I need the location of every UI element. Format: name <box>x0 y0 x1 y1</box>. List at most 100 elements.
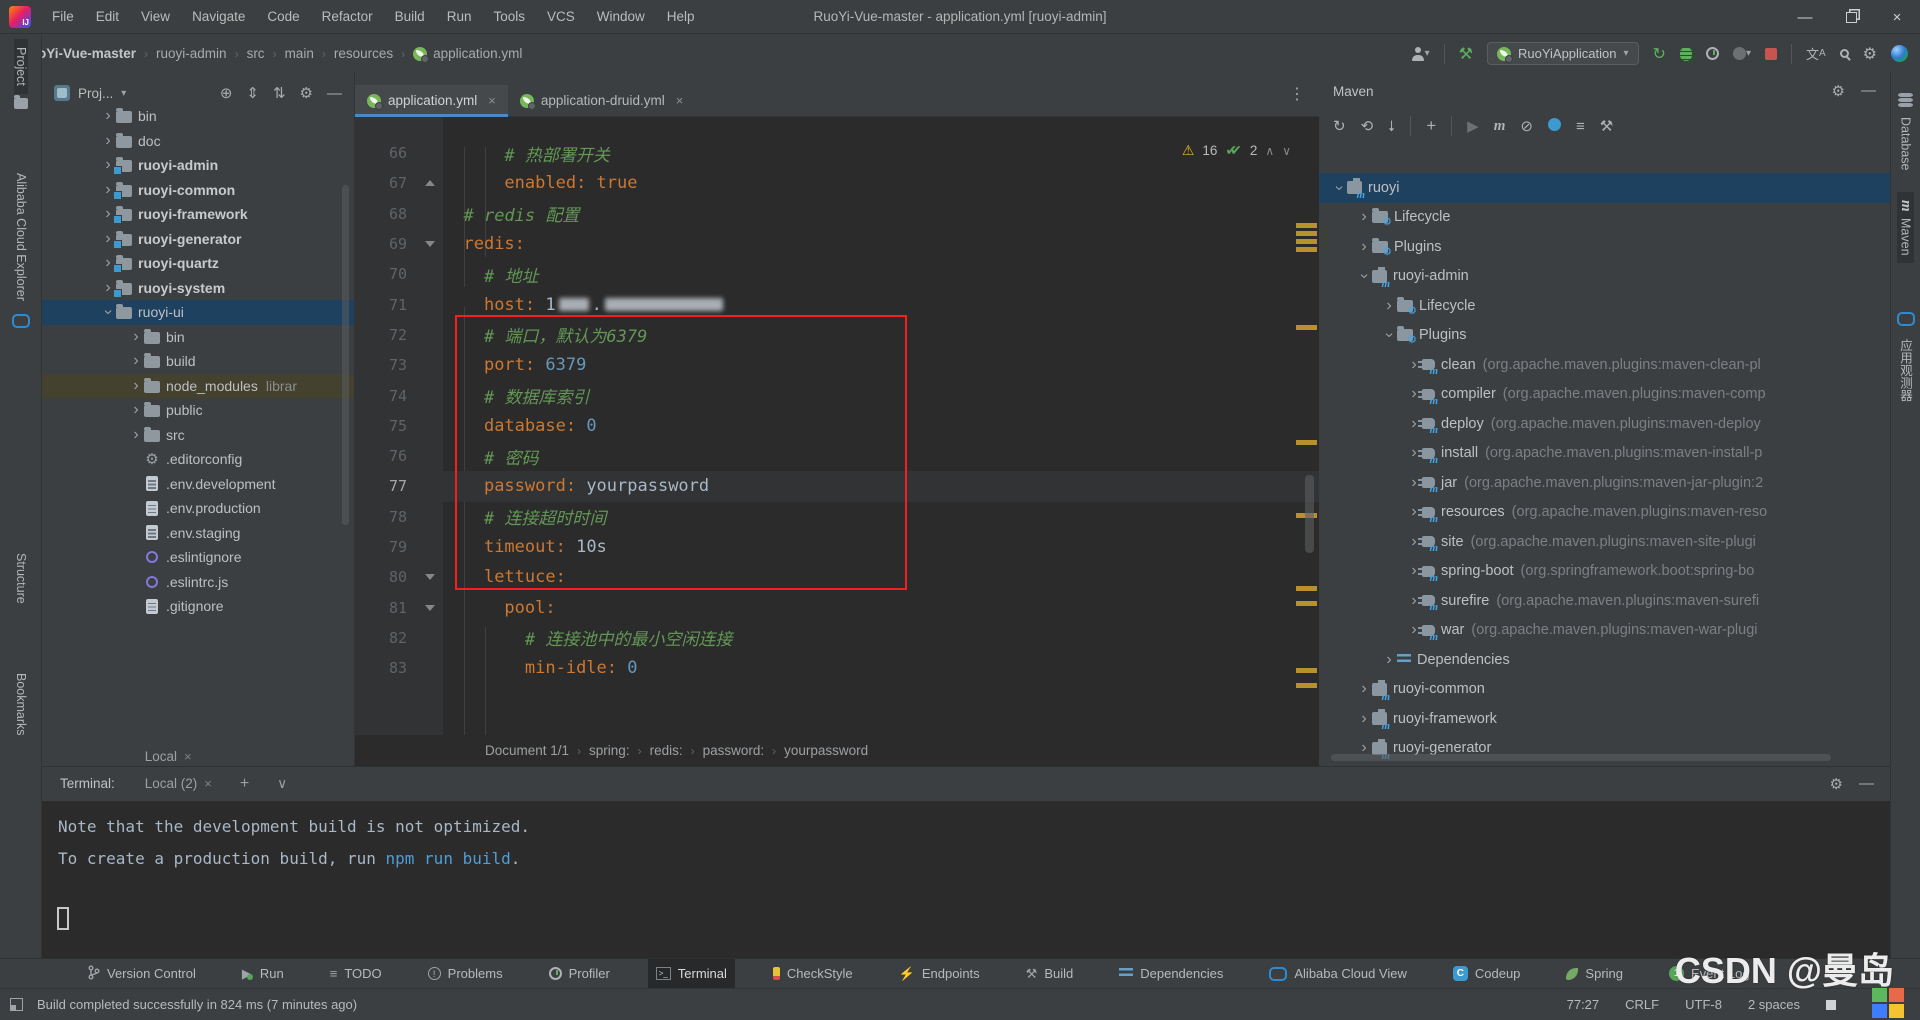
code-line[interactable]: 82 # 连接池中的最小空闲连接 <box>355 623 1319 653</box>
warning-stripe-mark[interactable] <box>1296 440 1317 445</box>
maven-tree-item[interactable]: ›Plugins <box>1319 232 1890 262</box>
terminal-tab-dropdown-icon[interactable]: ∨ <box>265 770 299 798</box>
project-tree-item[interactable]: ›ruoyi-generator <box>42 227 354 252</box>
chevron-expanded-icon[interactable]: › <box>1331 180 1347 196</box>
maven-wrench-icon[interactable]: ⚒ <box>1600 117 1613 135</box>
project-tree-item[interactable]: ›.eslintignore <box>42 545 354 570</box>
debug-icon[interactable] <box>1680 47 1692 61</box>
terminal-tab[interactable]: Local (2)× <box>133 770 224 797</box>
chevron-collapsed-icon[interactable]: › <box>100 133 116 149</box>
yaml-breadcrumb-item[interactable]: Document 1/1 <box>485 743 569 758</box>
execute-maven-goal-icon[interactable]: m <box>1494 118 1506 135</box>
menu-item-tools[interactable]: Tools <box>484 5 534 28</box>
tool-window-button-alibaba-cloud-view[interactable]: Alibaba Cloud View <box>1261 959 1415 989</box>
collapse-all-icon[interactable]: ⇅ <box>273 84 286 102</box>
chevron-collapsed-icon[interactable]: › <box>1406 357 1422 373</box>
project-scrollbar[interactable] <box>342 185 349 525</box>
maven-tree-item[interactable]: ›install(org.apache.maven.plugins:maven-… <box>1319 439 1890 469</box>
menu-item-build[interactable]: Build <box>386 5 434 28</box>
breadcrumb-item[interactable]: src <box>247 46 265 61</box>
readonly-lock-icon[interactable] <box>1826 1000 1836 1010</box>
menu-item-code[interactable]: Code <box>258 5 308 28</box>
maven-tree-item[interactable]: ›spring-boot(org.springframework.boot:sp… <box>1319 557 1890 587</box>
tool-window-button-codeup[interactable]: CCodeup <box>1445 959 1529 989</box>
project-tree-item[interactable]: ›bin <box>42 104 354 129</box>
line-ending-select[interactable]: CRLF <box>1625 997 1659 1012</box>
chevron-collapsed-icon[interactable]: › <box>1406 593 1422 609</box>
chevron-collapsed-icon[interactable]: › <box>1406 445 1422 461</box>
translate-icon[interactable]: 文A <box>1806 44 1826 63</box>
warning-stripe-mark[interactable] <box>1296 247 1317 252</box>
sidebar-tab-maven[interactable]: mMaven <box>1897 192 1914 263</box>
sidebar-tab-bookmarks[interactable]: Bookmarks <box>14 665 28 744</box>
maven-tree-item[interactable]: ›Lifecycle <box>1319 291 1890 321</box>
chevron-collapsed-icon[interactable]: › <box>1406 475 1422 491</box>
fold-icon[interactable] <box>425 574 435 580</box>
maven-tree-item[interactable]: ›resources(org.apache.maven.plugins:mave… <box>1319 498 1890 528</box>
tool-window-button-profiler[interactable]: Profiler <box>541 959 618 989</box>
menu-item-window[interactable]: Window <box>588 5 654 28</box>
maven-tree-item[interactable]: ›ruoyi-common <box>1319 675 1890 705</box>
project-tree-item[interactable]: ›ruoyi-admin <box>42 153 354 178</box>
editor-vertical-scrollbar[interactable] <box>1305 475 1314 553</box>
hide-maven-panel-icon[interactable]: — <box>1861 82 1876 100</box>
close-button[interactable]: × <box>1874 0 1920 34</box>
maven-tree-item[interactable]: ›Dependencies <box>1319 645 1890 675</box>
close-tab-icon[interactable]: × <box>204 776 212 791</box>
terminal-settings-gear-icon[interactable]: ⚙ <box>1830 775 1843 793</box>
settings-gear-icon[interactable]: ⚙ <box>1863 44 1877 64</box>
chevron-expanded-icon[interactable]: › <box>1356 268 1372 284</box>
tool-window-button-run[interactable]: ▶Run <box>234 959 292 989</box>
sidebar-tab-structure[interactable]: Structure <box>14 545 28 612</box>
warning-stripe-mark[interactable] <box>1296 586 1317 591</box>
yaml-breadcrumb-item[interactable]: redis: <box>650 743 683 758</box>
warning-stripe-mark[interactable] <box>1296 668 1317 673</box>
warning-stripe-mark[interactable] <box>1296 231 1317 236</box>
chevron-collapsed-icon[interactable]: › <box>128 353 144 369</box>
search-icon[interactable] <box>1840 49 1849 58</box>
chevron-collapsed-icon[interactable]: › <box>100 108 116 124</box>
download-sources-icon[interactable]: ⭣ <box>1388 118 1395 135</box>
minimize-button[interactable]: — <box>1782 0 1828 34</box>
maven-tree-item[interactable]: ›compiler(org.apache.maven.plugins:maven… <box>1319 380 1890 410</box>
menu-item-refactor[interactable]: Refactor <box>313 5 382 28</box>
menu-item-navigate[interactable]: Navigate <box>183 5 254 28</box>
user-account-icon[interactable]: ▾ <box>1411 47 1430 61</box>
project-tree-item[interactable]: ›.eslintrc.js <box>42 570 354 595</box>
sidebar-tab-database[interactable]: Database <box>1899 109 1913 179</box>
code-line[interactable]: 68 # redis 配置 <box>355 199 1319 229</box>
project-tree-item[interactable]: ›ruoyi-system <box>42 276 354 301</box>
project-tree-item[interactable]: ›ruoyi-ui <box>42 300 354 325</box>
code-line[interactable]: 69 redis: <box>355 229 1319 259</box>
breadcrumb-item[interactable]: application.yml <box>433 46 522 61</box>
close-tab-icon[interactable]: × <box>676 93 684 108</box>
maven-tree-item[interactable]: ›ruoyi-framework <box>1319 704 1890 734</box>
warning-stripe-mark[interactable] <box>1296 601 1317 606</box>
project-tree-item[interactable]: ›src <box>42 423 354 448</box>
maven-tree-item[interactable]: ›clean(org.apache.maven.plugins:maven-cl… <box>1319 350 1890 380</box>
tool-window-button-terminal[interactable]: >_Terminal <box>648 959 735 989</box>
menu-item-view[interactable]: View <box>132 5 179 28</box>
hide-terminal-icon[interactable]: — <box>1859 775 1874 793</box>
warning-stripe-mark[interactable] <box>1296 683 1317 688</box>
caret-position[interactable]: 77:27 <box>1567 997 1600 1012</box>
sidebar-tab-alibaba-cloud-explorer[interactable]: Alibaba Cloud Explorer <box>14 165 28 309</box>
chevron-collapsed-icon[interactable]: › <box>1406 386 1422 402</box>
terminal-output[interactable]: Note that the development build is not o… <box>42 801 1890 959</box>
maven-tree-item[interactable]: ›war(org.apache.maven.plugins:maven-war-… <box>1319 616 1890 646</box>
maven-tree-item[interactable]: ›Plugins <box>1319 321 1890 351</box>
fold-icon[interactable] <box>425 241 435 247</box>
chevron-collapsed-icon[interactable]: › <box>1381 652 1397 668</box>
chevron-collapsed-icon[interactable]: › <box>1356 239 1372 255</box>
project-tree-item[interactable]: ›build <box>42 349 354 374</box>
yaml-breadcrumb-item[interactable]: yourpassword <box>784 743 868 758</box>
sidebar-tab-project[interactable]: Project <box>14 39 28 94</box>
code-line[interactable]: 66 # 热部署开关 <box>355 138 1319 168</box>
project-tree-item[interactable]: ›doc <box>42 129 354 154</box>
maven-tree-item[interactable]: ›ruoyi <box>1319 173 1890 203</box>
chevron-collapsed-icon[interactable]: › <box>128 427 144 443</box>
run-maven-build-icon[interactable]: ▶ <box>1467 117 1479 135</box>
tool-window-button-version-control[interactable]: Version Control <box>80 959 204 989</box>
tool-window-button-build[interactable]: ⚒Build <box>1018 959 1082 989</box>
project-settings-gear-icon[interactable]: ⚙ <box>300 84 313 102</box>
